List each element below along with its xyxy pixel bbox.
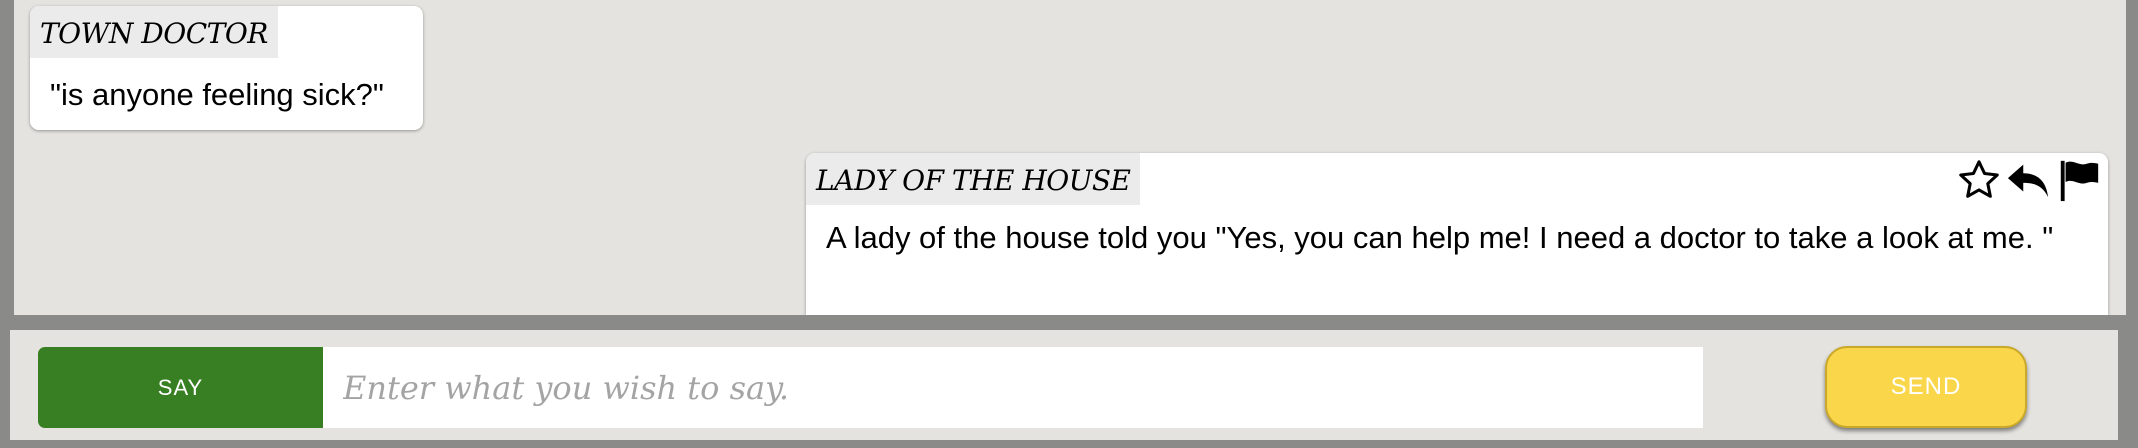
say-input[interactable] <box>323 347 1703 428</box>
reply-icon[interactable] <box>2004 157 2054 208</box>
speaker-name: TOWN DOCTOR <box>30 6 278 58</box>
message-bubble: TOWN DOCTOR "is anyone feeling sick?" <box>30 6 423 130</box>
chat-log: TOWN DOCTOR "is anyone feeling sick?" LA… <box>14 0 2126 315</box>
message-text: "is anyone feeling sick?" <box>50 77 384 112</box>
message-text: A lady of the house told you "Yes, you c… <box>826 220 2054 255</box>
input-bar: SAY SEND <box>10 330 2118 440</box>
speaker-name: LADY OF THE HOUSE <box>806 153 1141 205</box>
flag-icon[interactable] <box>2056 157 2102 208</box>
message-bubble: LADY OF THE HOUSE A lady of the house to… <box>806 153 2108 315</box>
say-mode-button[interactable]: SAY <box>38 347 323 428</box>
message-actions <box>1956 157 2102 208</box>
send-button[interactable]: SEND <box>1825 346 2027 428</box>
star-icon[interactable] <box>1956 157 2002 208</box>
